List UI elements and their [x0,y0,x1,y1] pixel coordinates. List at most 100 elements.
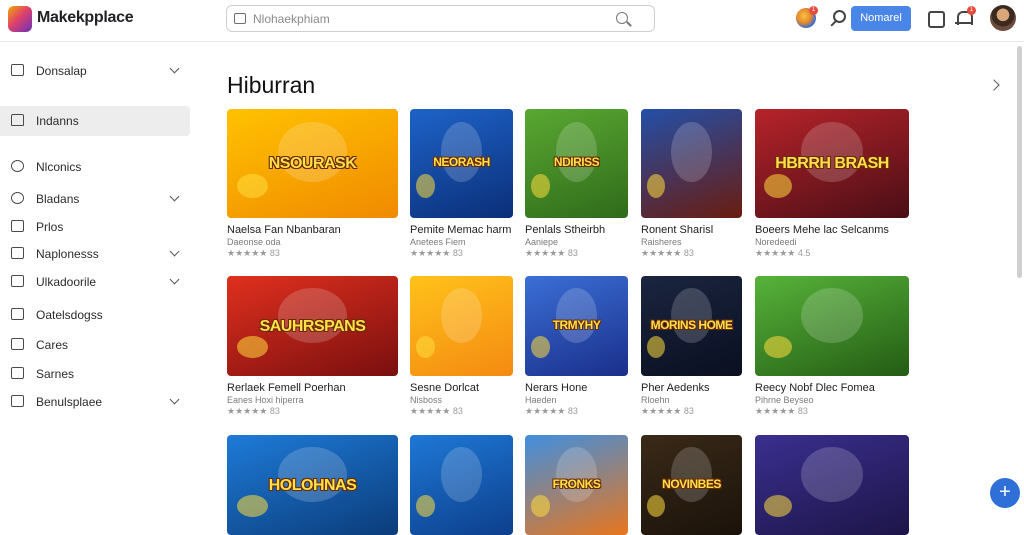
sidebar-item-sarnes[interactable]: Sarnes [0,359,190,389]
app-thumbnail[interactable] [410,276,513,376]
sidebar-item-indanns[interactable]: Indanns [0,106,190,136]
art-shape [671,122,712,183]
app-thumbnail[interactable] [410,435,513,535]
app-thumbnail[interactable]: FRONKS [525,435,628,535]
app-thumbnail[interactable]: NSOURASK [227,109,398,218]
app-rating: ★★★★★ 83 [641,406,694,416]
app-developer: Anetees Fiem [410,237,466,247]
add-button[interactable]: + [990,478,1020,508]
device-icon [11,64,24,76]
art-shape [237,174,269,199]
art-shape [440,122,483,183]
app-title[interactable]: Boeers Mehe lac Selcanms [755,224,889,236]
sidebar-item-label: Naplonesss [36,247,99,261]
chat-icon[interactable] [925,8,945,28]
app-title[interactable]: Pemite Memac harm [410,224,511,236]
sidebar-item-cares[interactable]: Cares [0,330,190,360]
app-title[interactable]: Ronent Sharisl [641,224,713,236]
app-thumbnail[interactable]: TRMYHY [525,276,628,376]
chevron-down-icon[interactable] [169,274,180,285]
art-title: TRMYHY [552,318,601,332]
box-icon [11,367,24,379]
search-input[interactable]: Nlohaekphiam [226,5,655,32]
sidebar-item-label: Oatelsdogss [36,308,103,322]
app-developer: Aaniepe [525,237,559,247]
art-shape [237,495,269,517]
home-icon [11,114,24,126]
chevron-down-icon[interactable] [169,191,180,202]
sidebar-item-label: Benulsplaee [36,395,103,409]
app-thumbnail[interactable]: SAUHRSPANS [227,276,398,376]
art-shape [764,336,792,358]
chevron-down-icon[interactable] [169,246,180,257]
art-title: NSOURASK [268,154,357,172]
app-title[interactable]: Pher Aedenks [641,382,710,394]
app-thumbnail[interactable] [755,276,909,376]
sidebar-item-oatelsdogss[interactable]: Oatelsdogss [0,300,190,330]
app-title[interactable]: Nerars Hone [525,382,587,394]
sidebar-item-label: Ulkadoorile [36,275,97,289]
brand-name[interactable]: Makekpplace [37,9,134,27]
chevron-right-icon[interactable] [988,79,1000,91]
sidebar: Donsalap Indanns Nlconics Bladans Prlos … [0,43,200,512]
app-thumbnail[interactable]: HOLOHNAS [227,435,398,535]
scrollbar[interactable] [1017,46,1022,278]
primary-button[interactable]: Nomarel [851,6,911,31]
art-shape [555,122,598,183]
art-shape [801,122,863,183]
art-title: HOLOHNAS [268,477,357,494]
app-developer: Haeden [525,395,557,405]
sidebar-item-nlconics[interactable]: Nlconics [0,152,190,182]
sidebar-item-label: Cares [36,338,69,352]
location-icon [11,192,24,204]
list-icon [11,308,24,320]
app-thumbnail[interactable]: MORINS HOME [641,276,742,376]
chevron-down-icon[interactable] [169,394,180,405]
brand-logo-icon[interactable] [8,6,32,32]
app-title[interactable]: Reecy Nobf Dlec Fomea [755,382,875,394]
app-thumbnail[interactable] [641,109,742,218]
search-tool-icon[interactable] [828,8,848,28]
sidebar-item-ulkadoorile[interactable]: Ulkadoorile [0,267,190,297]
app-title[interactable]: Penlals Stheirbh [525,224,605,236]
sidebar-item-donsalap[interactable]: Donsalap [0,56,190,86]
app-thumbnail[interactable]: NDIRISS [525,109,628,218]
app-title[interactable]: Rerlaek Femell Poerhan [227,382,346,394]
art-shape [671,288,712,343]
sidebar-item-prlos[interactable]: Prlos [0,212,190,242]
search-prefix-icon [234,13,246,24]
app-title[interactable]: Naelsa Fan Nbanbaran [227,224,341,236]
grid-icon [11,275,24,287]
app-rating: ★★★★★ 83 [641,248,694,258]
app-rating: ★★★★★ 83 [410,406,463,416]
art-shape [647,495,666,517]
art-shape [801,288,863,343]
app-thumbnail[interactable]: HBRRH BRASH [755,109,909,218]
app-title[interactable]: Sesne Dorlcat [410,382,479,394]
sidebar-item-naplonesss[interactable]: Naplonesss [0,239,190,269]
app-developer: Pihrne Beyseo [755,395,814,405]
art-shape [531,495,550,517]
art-shape [531,336,550,358]
sidebar-item-benulsplaee[interactable]: Benulsplaee [0,387,190,417]
box-icon [11,220,24,232]
globe-icon[interactable]: 1 [796,6,818,28]
app-thumbnail[interactable] [755,435,909,535]
top-bar: Makekpplace Nlohaekphiam 1 Nomarel 1 [0,0,1024,42]
grid-icon [11,247,24,259]
art-shape [555,447,598,502]
app-thumbnail[interactable]: NOVINBES [641,435,742,535]
bell-icon[interactable]: 1 [953,6,976,28]
sidebar-item-label: Nlconics [36,160,82,174]
art-title: NDIRISS [553,154,600,169]
art-shape [764,174,792,199]
sidebar-item-label: Bladans [36,192,80,206]
app-rating: ★★★★★ 83 [227,248,280,258]
app-thumbnail[interactable]: NEORASH [410,109,513,218]
search-icon[interactable] [616,12,628,24]
sidebar-item-bladans[interactable]: Bladans [0,184,190,214]
avatar[interactable] [990,5,1016,31]
app-rating: ★★★★★ 83 [755,406,808,416]
chevron-down-icon[interactable] [169,63,180,74]
app-developer: Noredeedi [755,237,797,247]
